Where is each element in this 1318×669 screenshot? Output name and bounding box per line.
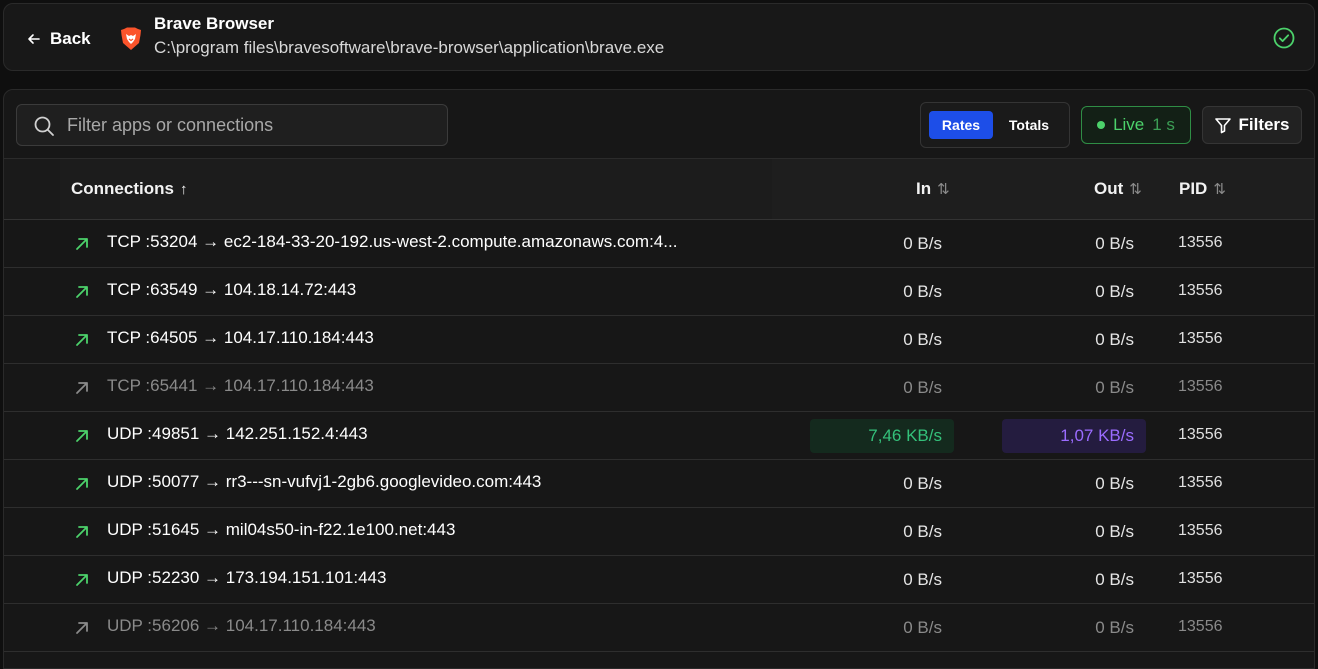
search-icon — [34, 116, 54, 136]
table-row[interactable]: TCP :65441 → 104.17.110.184:443 0 B/s 0 B/… — [4, 364, 1314, 412]
column-in-label: In — [916, 179, 932, 198]
pid-value: 13556 — [1178, 474, 1223, 491]
table-header: Connections ↑ In ⇅ Out ⇅ PID ⇅ — [4, 158, 1314, 220]
column-connections-label: Connections — [71, 179, 174, 198]
table-row[interactable]: TCP :53204 → ec2-184-33-20-192.us-west-2… — [4, 220, 1314, 268]
in-rate: 0 B/s — [903, 570, 942, 589]
totals-toggle-button[interactable]: Totals — [997, 111, 1061, 139]
brave-lion-icon — [121, 27, 141, 50]
back-label: Back — [50, 29, 91, 48]
in-rate: 0 B/s — [903, 618, 942, 637]
connection-label: UDP :56206 → 104.17.110.184:443 — [107, 616, 376, 635]
table-row[interactable]: TCP :63549 → 104.18.14.72:443 0 B/s 0 B/s 1… — [4, 268, 1314, 316]
table-row[interactable]: UDP :52230 → 173.194.151.101:443 0 B/s 0 B… — [4, 556, 1314, 604]
sort-both-icon: ⇅ — [1213, 181, 1226, 198]
in-rate: 0 B/s — [903, 234, 942, 253]
outbound-arrow-icon — [76, 238, 88, 250]
out-rate: 0 B/s — [1095, 378, 1134, 397]
outbound-arrow-icon — [76, 622, 88, 634]
connections-panel: Rates Totals Live 1 s Filters Connection… — [3, 89, 1315, 669]
in-rate: 0 B/s — [903, 522, 942, 541]
out-rate: 0 B/s — [1095, 570, 1134, 589]
pid-value: 13556 — [1178, 378, 1223, 395]
column-header-connections[interactable]: Connections ↑ — [71, 178, 187, 200]
outbound-arrow-icon — [76, 334, 88, 346]
connection-label: UDP :50077 → rr3---sn-vufvj1-2gb6.google… — [107, 472, 542, 491]
connection-label: TCP :65441 → 104.17.110.184:443 — [107, 376, 374, 395]
app-path: C:\program files\bravesoftware\brave-bro… — [154, 38, 665, 57]
table-row[interactable]: UDP :56206 → 104.17.110.184:443 0 B/s 0 B/… — [4, 604, 1314, 652]
check-circle-icon — [1273, 27, 1295, 49]
column-pid-label: PID — [1179, 179, 1208, 198]
live-interval: 1 s — [1152, 115, 1175, 134]
pid-value: 13556 — [1178, 570, 1223, 587]
live-indicator-button[interactable]: Live 1 s — [1081, 106, 1191, 144]
outbound-arrow-icon — [76, 286, 88, 298]
in-rate: 7,46 KB/s — [810, 419, 954, 453]
column-out-label: Out — [1094, 179, 1124, 198]
table-row[interactable]: TCP :64505 → 104.17.110.184:443 0 B/s 0 B/… — [4, 316, 1314, 364]
table-row[interactable]: UDP :50077 → rr3---sn-vufvj1-2gb6.google… — [4, 460, 1314, 508]
sort-both-icon: ⇅ — [937, 181, 950, 198]
filter-funnel-icon — [1215, 118, 1232, 134]
in-rate: 0 B/s — [903, 378, 942, 397]
pid-value: 13556 — [1178, 522, 1223, 539]
sort-both-icon: ⇅ — [1129, 181, 1142, 198]
in-rate: 0 B/s — [903, 474, 942, 493]
outbound-arrow-icon — [76, 574, 88, 586]
out-rate: 0 B/s — [1095, 618, 1134, 637]
sort-asc-icon: ↑ — [179, 180, 188, 198]
connection-label: UDP :49851 → 142.251.152.4:443 — [107, 424, 368, 443]
search-input[interactable] — [65, 113, 435, 137]
app-name: Brave Browser — [154, 14, 275, 33]
table-row[interactable]: UDP :49851 → 142.251.152.4:443 7,46 KB/s 1… — [4, 412, 1314, 460]
connection-label: TCP :53204 → ec2-184-33-20-192.us-west-2… — [107, 232, 678, 251]
outbound-arrow-icon — [76, 478, 88, 490]
header-lead-cell — [4, 159, 60, 219]
out-rate: 0 B/s — [1095, 522, 1134, 541]
filters-button[interactable]: Filters — [1202, 106, 1302, 144]
outbound-arrow-icon — [76, 430, 88, 442]
column-header-in[interactable]: In ⇅ — [916, 178, 950, 200]
mode-toggle: Rates Totals — [920, 102, 1070, 148]
connection-label: UDP :52230 → 173.194.151.101:443 — [107, 568, 387, 587]
out-rate: 0 B/s — [1095, 234, 1134, 253]
connection-label: UDP :51645 → mil04s50-in-f22.1e100.net:4… — [107, 520, 456, 539]
back-button[interactable]: Back — [26, 26, 91, 52]
arrow-left-icon — [28, 34, 40, 44]
pid-value: 13556 — [1178, 330, 1223, 347]
out-rate: 0 B/s — [1095, 330, 1134, 349]
out-rate: 0 B/s — [1095, 474, 1134, 493]
outbound-arrow-icon — [76, 526, 88, 538]
outbound-arrow-icon — [76, 382, 88, 394]
column-header-pid[interactable]: PID ⇅ — [1179, 178, 1226, 200]
pid-value: 13556 — [1178, 426, 1223, 443]
rates-toggle-button[interactable]: Rates — [929, 111, 993, 139]
live-dot-icon — [1097, 121, 1106, 129]
connection-label: TCP :63549 → 104.18.14.72:443 — [107, 280, 357, 299]
pid-value: 13556 — [1178, 618, 1223, 635]
pid-value: 13556 — [1178, 282, 1223, 299]
search-box[interactable] — [16, 104, 448, 146]
column-header-out[interactable]: Out ⇅ — [1094, 178, 1142, 200]
out-rate: 0 B/s — [1095, 282, 1134, 301]
out-rate: 1,07 KB/s — [1002, 419, 1146, 453]
connections-list: TCP :53204 → ec2-184-33-20-192.us-west-2… — [4, 220, 1314, 652]
in-rate: 0 B/s — [903, 282, 942, 301]
pid-value: 13556 — [1178, 234, 1223, 251]
live-label: Live — [1113, 115, 1145, 134]
connection-label: TCP :64505 → 104.17.110.184:443 — [107, 328, 374, 347]
filters-label: Filters — [1238, 115, 1290, 134]
app-header: Back Brave Browser C:\program files\brav… — [3, 3, 1315, 71]
in-rate: 0 B/s — [903, 330, 942, 349]
table-row[interactable]: UDP :51645 → mil04s50-in-f22.1e100.net:4… — [4, 508, 1314, 556]
